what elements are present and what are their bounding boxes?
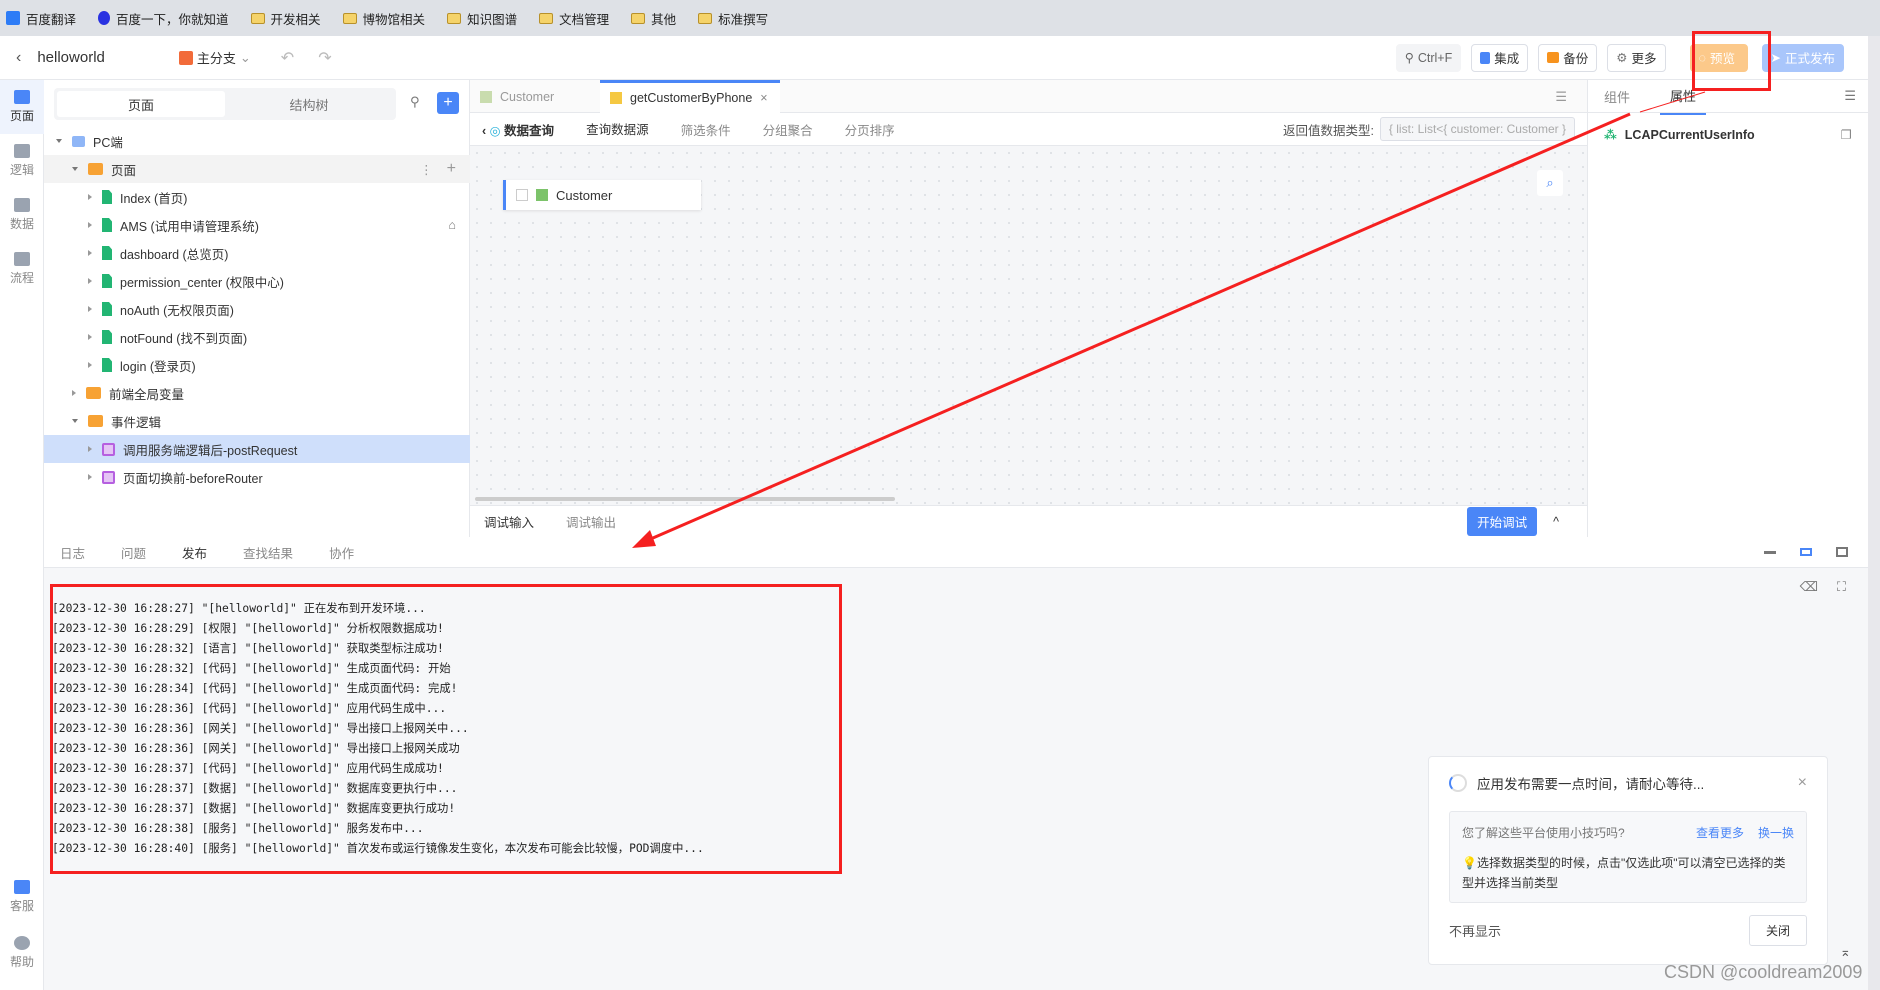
lightbulb-icon: 💡 bbox=[1462, 856, 1477, 870]
dont-show-again[interactable]: 不再显示 bbox=[1449, 921, 1501, 940]
scroll-top-icon[interactable]: ⌅ bbox=[1840, 944, 1851, 960]
notice-title: 应用发布需要一点时间，请耐心等待... bbox=[1477, 777, 1705, 792]
close-button[interactable]: 关闭 bbox=[1748, 915, 1807, 946]
tips-question: 您了解这些平台使用小技巧吗? bbox=[1462, 826, 1625, 840]
publish-notification: 应用发布需要一点时间，请耐心等待... × 您了解这些平台使用小技巧吗? 查看更多… bbox=[1428, 756, 1828, 965]
change-tip-link[interactable]: 换一换 bbox=[1758, 824, 1794, 841]
see-more-link[interactable]: 查看更多 bbox=[1696, 824, 1744, 841]
watermark: CSDN @cooldream2009 bbox=[1664, 962, 1863, 982]
tips-box: 您了解这些平台使用小技巧吗? 查看更多 换一换 💡选择数据类型的时候，点击"仅选此项… bbox=[1449, 811, 1807, 903]
close-icon[interactable]: × bbox=[1798, 774, 1807, 792]
tip-text: 选择数据类型的时候，点击"仅选此项"可以清空已选择的类型并选择当前类型 bbox=[1462, 856, 1786, 890]
loading-icon bbox=[1449, 774, 1467, 792]
vertical-scrollbar[interactable] bbox=[1868, 36, 1880, 990]
